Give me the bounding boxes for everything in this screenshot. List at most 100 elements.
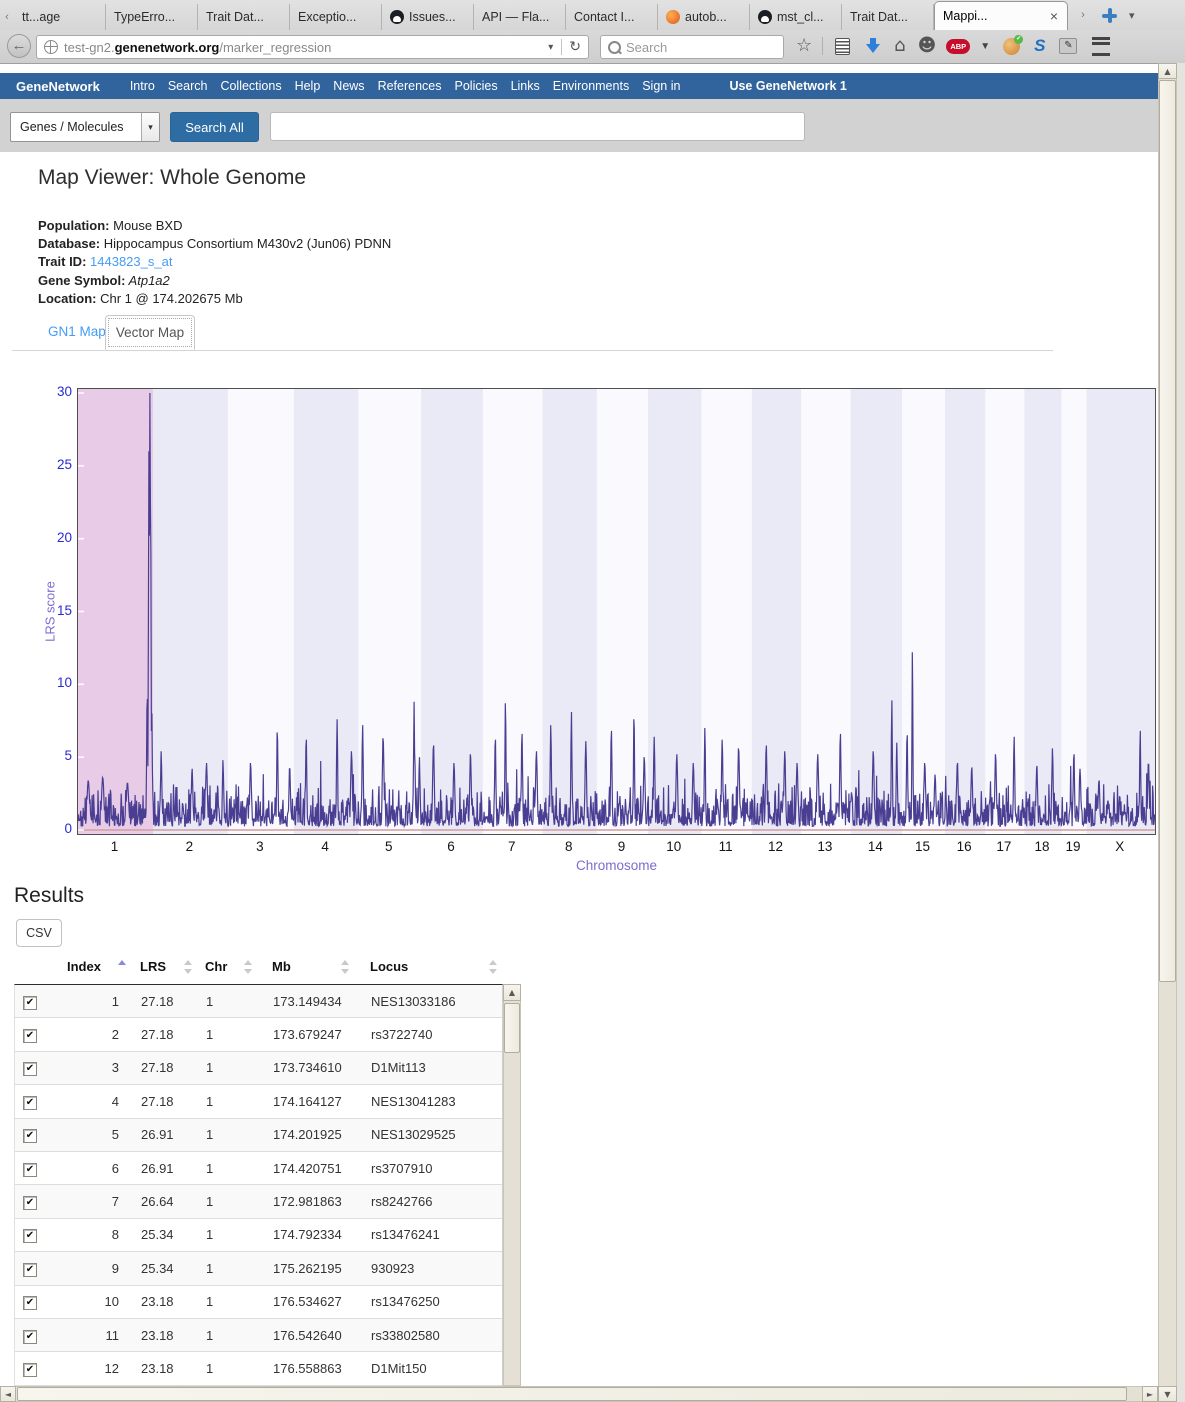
tab-scroll-left-icon[interactable]: ‹ bbox=[0, 4, 14, 30]
adblock-caret-icon[interactable]: ▼ bbox=[980, 41, 990, 52]
table-scroll-up-icon[interactable]: ▲ bbox=[503, 984, 521, 1001]
page-scroll-thumb[interactable] bbox=[1159, 80, 1176, 982]
site-search-input[interactable] bbox=[270, 112, 805, 141]
reading-list-icon[interactable] bbox=[835, 38, 850, 55]
browser-tab[interactable]: Exceptio... bbox=[290, 4, 382, 30]
sort-icon-index[interactable] bbox=[118, 960, 126, 974]
nav-link-news[interactable]: News bbox=[333, 79, 364, 93]
browser-tab[interactable]: tt...age bbox=[14, 4, 106, 30]
row-checkbox[interactable]: ✔ bbox=[23, 1330, 37, 1344]
row-checkbox[interactable]: ✔ bbox=[23, 1229, 37, 1243]
tab-list-caret-icon[interactable]: ▾ bbox=[1129, 9, 1135, 22]
col-chr[interactable]: Chr bbox=[205, 959, 227, 974]
x-tick-label: 17 bbox=[984, 839, 1024, 854]
new-tab-button[interactable] bbox=[1102, 8, 1117, 23]
page-scroll-left-icon[interactable]: ◄ bbox=[0, 1386, 16, 1402]
nav-link-search[interactable]: Search bbox=[168, 79, 208, 93]
row-checkbox[interactable]: ✔ bbox=[23, 1163, 37, 1177]
cell-chr: 1 bbox=[206, 994, 263, 1009]
reload-icon[interactable]: ↻ bbox=[562, 39, 588, 55]
gn-brand-link[interactable]: GeneNetwork bbox=[16, 79, 100, 94]
table-scroll-thumb[interactable] bbox=[504, 1003, 520, 1053]
nav-link-links[interactable]: Links bbox=[511, 79, 540, 93]
url-dropdown-icon[interactable]: ▾ bbox=[540, 42, 561, 53]
tab-scroll-right-icon[interactable]: › bbox=[1076, 2, 1090, 28]
tab-close-icon[interactable]: × bbox=[1049, 9, 1059, 23]
s-addon-icon[interactable]: S bbox=[1034, 36, 1045, 56]
url-bar[interactable]: test-gn2.genenetwork.org/marker_regressi… bbox=[36, 35, 589, 59]
search-all-button[interactable]: Search All bbox=[170, 112, 259, 142]
sort-icon-extra[interactable] bbox=[489, 960, 497, 974]
github-favicon bbox=[390, 10, 404, 24]
row-checkbox[interactable]: ✔ bbox=[23, 1096, 37, 1110]
nav-link-collections[interactable]: Collections bbox=[220, 79, 281, 93]
x-tick-label: 16 bbox=[944, 839, 984, 854]
y-tick-label: 30 bbox=[44, 384, 72, 399]
row-checkbox[interactable]: ✔ bbox=[23, 1196, 37, 1210]
browser-tab[interactable]: API — Fla... bbox=[474, 4, 566, 30]
browser-tab[interactable]: mst_cl... bbox=[750, 4, 842, 30]
bookmark-star-icon[interactable]: ☆ bbox=[796, 37, 812, 55]
back-button[interactable]: ← bbox=[7, 34, 31, 58]
cell-chr: 1 bbox=[206, 1227, 263, 1242]
table-scrollbar[interactable]: ▲ bbox=[503, 984, 521, 1386]
downloads-icon[interactable] bbox=[866, 38, 880, 54]
row-checkbox[interactable]: ✔ bbox=[23, 1029, 37, 1043]
lrs-plot bbox=[77, 388, 1156, 835]
url-path: /marker_regression bbox=[219, 40, 331, 55]
adblock-icon[interactable]: ABP bbox=[946, 39, 970, 54]
menu-icon[interactable] bbox=[1092, 37, 1110, 56]
page-scroll-right-icon[interactable]: ► bbox=[1142, 1386, 1158, 1402]
browser-tab[interactable]: Contact I... bbox=[566, 4, 658, 30]
cell-index: 12 bbox=[59, 1361, 119, 1376]
tab-vector-map[interactable]: Vector Map bbox=[105, 315, 195, 350]
nav-link-intro[interactable]: Intro bbox=[130, 79, 155, 93]
search-category-select[interactable]: Genes / Molecules ▾ bbox=[10, 112, 160, 142]
nav-link-policies[interactable]: Policies bbox=[455, 79, 498, 93]
cell-locus: 930923 bbox=[371, 1261, 486, 1276]
cell-mb: 173.149434 bbox=[273, 994, 361, 1009]
row-checkbox[interactable]: ✔ bbox=[23, 1062, 37, 1076]
sort-icon-lrs[interactable] bbox=[184, 960, 192, 974]
page-vertical-scrollbar[interactable]: ▲ ▼ bbox=[1158, 63, 1177, 1402]
browser-tab[interactable]: Trait Dat... bbox=[842, 4, 934, 30]
col-locus[interactable]: Locus bbox=[370, 959, 408, 974]
x-tick-label: 2 bbox=[169, 839, 209, 854]
page-scroll-down-icon[interactable]: ▼ bbox=[1158, 1386, 1177, 1402]
browser-tab-active[interactable]: Mappi...× bbox=[934, 1, 1068, 30]
globe-icon bbox=[44, 40, 58, 54]
page-scroll-up-icon[interactable]: ▲ bbox=[1158, 63, 1177, 79]
sort-icon-chr[interactable] bbox=[244, 960, 252, 974]
browser-tab[interactable]: autob... bbox=[658, 4, 750, 30]
page-scroll-thumb-h[interactable] bbox=[17, 1387, 1127, 1401]
home-icon[interactable]: ⌂ bbox=[894, 37, 905, 55]
row-checkbox[interactable]: ✔ bbox=[23, 1129, 37, 1143]
browser-tab[interactable]: Trait Dat... bbox=[198, 4, 290, 30]
trait-id-link[interactable]: 1443823_s_at bbox=[86, 254, 172, 269]
row-checkbox[interactable]: ✔ bbox=[23, 1263, 37, 1277]
row-checkbox[interactable]: ✔ bbox=[23, 1363, 37, 1377]
csv-button[interactable]: CSV bbox=[16, 919, 62, 947]
sort-icon-mb[interactable] bbox=[341, 960, 349, 974]
row-checkbox[interactable]: ✔ bbox=[23, 996, 37, 1010]
use-gn1-link[interactable]: Use GeneNetwork 1 bbox=[729, 79, 846, 93]
browser-tab[interactable]: Issues... bbox=[382, 4, 474, 30]
col-lrs[interactable]: LRS bbox=[140, 959, 166, 974]
nav-link-help[interactable]: Help bbox=[295, 79, 321, 93]
col-mb[interactable]: Mb bbox=[272, 959, 291, 974]
cookie-addon-icon[interactable] bbox=[1003, 38, 1020, 55]
table-row: ✔1223.181176.558863D1Mit150 bbox=[15, 1352, 502, 1385]
scrapbook-icon[interactable]: ✎ bbox=[1059, 38, 1077, 54]
site-favicon bbox=[666, 10, 680, 24]
nav-link-environments[interactable]: Environments bbox=[553, 79, 629, 93]
nav-link-sign-in[interactable]: Sign in bbox=[642, 79, 680, 93]
page-horizontal-scrollbar[interactable]: ◄ ► bbox=[0, 1386, 1158, 1402]
nav-link-references[interactable]: References bbox=[378, 79, 442, 93]
browser-search-box[interactable]: Search bbox=[600, 35, 784, 59]
chat-icon[interactable]: ☻ bbox=[918, 37, 937, 55]
table-row: ✔427.181174.164127NES13041283 bbox=[15, 1085, 502, 1118]
browser-tab[interactable]: TypeErro... bbox=[106, 4, 198, 30]
row-checkbox[interactable]: ✔ bbox=[23, 1296, 37, 1310]
col-index[interactable]: Index bbox=[67, 959, 101, 974]
select-caret-icon[interactable]: ▾ bbox=[141, 113, 159, 141]
